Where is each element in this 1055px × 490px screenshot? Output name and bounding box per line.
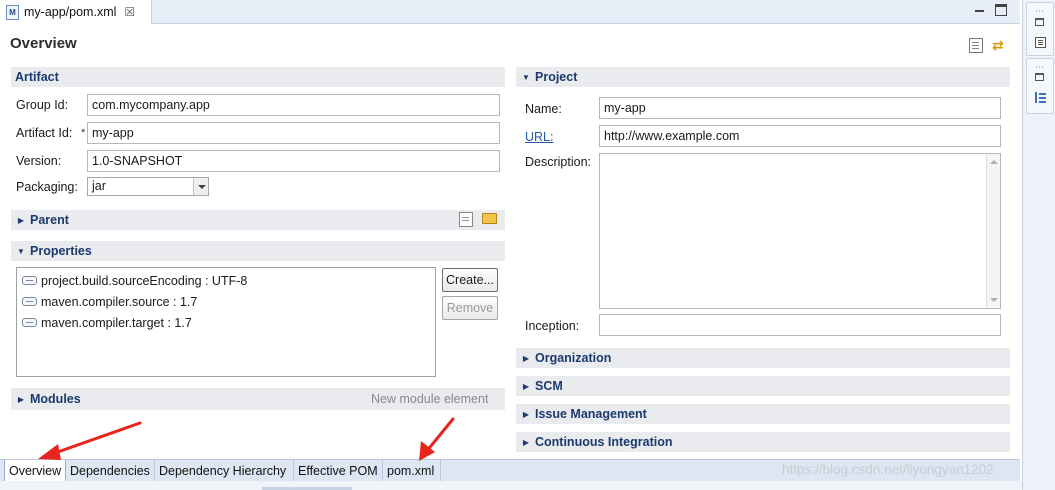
editor-tab-bar: M my-app/pom.xml ☒ xyxy=(0,0,1020,24)
property-icon xyxy=(22,276,37,285)
artifact-section-header: Artifact xyxy=(11,67,505,87)
collapse-triangle-icon[interactable]: ▼ xyxy=(520,73,532,82)
description-label: Description: xyxy=(525,155,591,169)
list-item[interactable]: project.build.sourceEncoding : UTF-8 xyxy=(17,270,435,291)
outline-view-icon[interactable] xyxy=(1035,92,1046,103)
issue-management-section-header[interactable]: ▶ Issue Management xyxy=(516,404,1010,424)
version-field[interactable]: 1.0-SNAPSHOT xyxy=(87,150,500,172)
right-trim-bar: ⋯ ⋯ xyxy=(1022,0,1055,490)
version-label: Version: xyxy=(16,154,62,168)
property-icon xyxy=(22,297,37,306)
group-id-label: Group Id: xyxy=(16,98,69,112)
artifact-section-title: Artifact xyxy=(15,70,59,84)
annotation-arrow-pom-xml xyxy=(419,417,455,461)
description-field[interactable] xyxy=(599,153,1001,309)
expand-triangle-icon[interactable]: ▶ xyxy=(520,438,532,447)
restore-icon[interactable] xyxy=(1035,73,1044,81)
watermark-text: https://blog.csdn.net/liyongyan1202 xyxy=(782,462,994,477)
project-section-header[interactable]: ▼ Project xyxy=(516,67,1010,87)
page-title: Overview xyxy=(10,35,77,52)
project-section-title: Project xyxy=(535,70,578,84)
artifact-id-label: Artifact Id: xyxy=(16,126,73,140)
inception-field[interactable] xyxy=(599,314,1001,336)
close-icon[interactable]: ☒ xyxy=(124,5,135,19)
required-marker: * xyxy=(81,127,86,139)
name-field[interactable]: my-app xyxy=(599,97,1001,119)
trim-stack-2: ⋯ xyxy=(1026,58,1054,114)
open-pom-icon[interactable] xyxy=(969,38,983,53)
scrollbar[interactable] xyxy=(986,154,1000,308)
property-text: maven.compiler.source : 1.7 xyxy=(41,294,198,309)
expand-triangle-icon[interactable]: ▶ xyxy=(520,382,532,391)
editor-tab-title: my-app/pom.xml xyxy=(24,5,117,19)
artifact-id-field[interactable]: my-app xyxy=(87,122,500,144)
group-id-field[interactable]: com.mycompany.app xyxy=(87,94,500,116)
properties-list[interactable]: project.build.sourceEncoding : UTF-8 mav… xyxy=(16,267,436,377)
expand-triangle-icon[interactable]: ▶ xyxy=(520,410,532,419)
create-property-button[interactable]: Create... xyxy=(442,268,498,292)
open-folder-icon[interactable] xyxy=(482,213,497,224)
scm-section-header[interactable]: ▶ SCM xyxy=(516,376,1010,396)
property-text: maven.compiler.target : 1.7 xyxy=(41,315,192,330)
tab-overview[interactable]: Overview xyxy=(4,460,66,482)
editor-tab-pom[interactable]: M my-app/pom.xml ☒ xyxy=(0,0,152,24)
tab-dependencies[interactable]: Dependencies xyxy=(66,460,155,482)
list-item[interactable]: maven.compiler.target : 1.7 xyxy=(17,312,435,333)
maven-file-icon: M xyxy=(6,4,19,20)
horizontal-scrollbar[interactable] xyxy=(0,481,1022,490)
expand-triangle-icon[interactable]: ▶ xyxy=(520,354,532,363)
scroll-down-icon[interactable] xyxy=(990,298,998,302)
url-link[interactable]: URL: xyxy=(525,130,553,144)
remove-property-button[interactable]: Remove xyxy=(442,296,498,320)
inception-label: Inception: xyxy=(525,319,580,333)
chevron-down-icon[interactable] xyxy=(193,178,208,195)
name-label: Name: xyxy=(525,102,562,116)
drag-handle-icon[interactable]: ⋯ xyxy=(1035,62,1045,73)
tab-dependency-hierarchy[interactable]: Dependency Hierarchy xyxy=(155,460,294,482)
tab-effective-pom[interactable]: Effective POM xyxy=(294,460,383,482)
expand-triangle-icon[interactable]: ▶ xyxy=(15,395,27,404)
refresh-icon[interactable]: ⇄ xyxy=(992,38,1006,53)
modules-section-title: Modules xyxy=(30,392,81,406)
organization-section-title: Organization xyxy=(535,351,612,365)
issue-management-section-title: Issue Management xyxy=(535,407,647,421)
restore-icon[interactable] xyxy=(1035,18,1044,26)
packaging-select[interactable]: jar xyxy=(87,177,209,196)
packaging-select-value: jar xyxy=(92,179,106,193)
property-text: project.build.sourceEncoding : UTF-8 xyxy=(41,273,248,288)
maximize-icon[interactable] xyxy=(995,4,1007,16)
tab-pom-xml[interactable]: pom.xml xyxy=(383,460,441,482)
document-view-icon[interactable] xyxy=(1035,37,1046,48)
organization-section-header[interactable]: ▶ Organization xyxy=(516,348,1010,368)
annotation-arrow-overview xyxy=(38,421,142,460)
minimize-icon[interactable] xyxy=(974,4,986,16)
trim-stack-1: ⋯ xyxy=(1026,2,1054,56)
packaging-label: Packaging: xyxy=(16,180,78,194)
new-module-hint[interactable]: New module element xyxy=(371,392,488,406)
collapse-triangle-icon[interactable]: ▼ xyxy=(15,247,27,256)
list-item[interactable]: maven.compiler.source : 1.7 xyxy=(17,291,435,312)
continuous-integration-section-title: Continuous Integration xyxy=(535,435,673,449)
properties-section-header[interactable]: ▼ Properties xyxy=(11,241,505,261)
scroll-up-icon[interactable] xyxy=(990,160,998,164)
property-icon xyxy=(22,318,37,327)
parent-section-title: Parent xyxy=(30,213,69,227)
select-parent-icon[interactable] xyxy=(459,212,473,227)
properties-section-title: Properties xyxy=(30,244,92,258)
scm-section-title: SCM xyxy=(535,379,563,393)
drag-handle-icon[interactable]: ⋯ xyxy=(1035,6,1045,17)
expand-triangle-icon[interactable]: ▶ xyxy=(15,216,27,225)
url-field[interactable]: http://www.example.com xyxy=(599,125,1001,147)
parent-section-header[interactable]: ▶ Parent xyxy=(11,210,505,230)
continuous-integration-section-header[interactable]: ▶ Continuous Integration xyxy=(516,432,1010,452)
